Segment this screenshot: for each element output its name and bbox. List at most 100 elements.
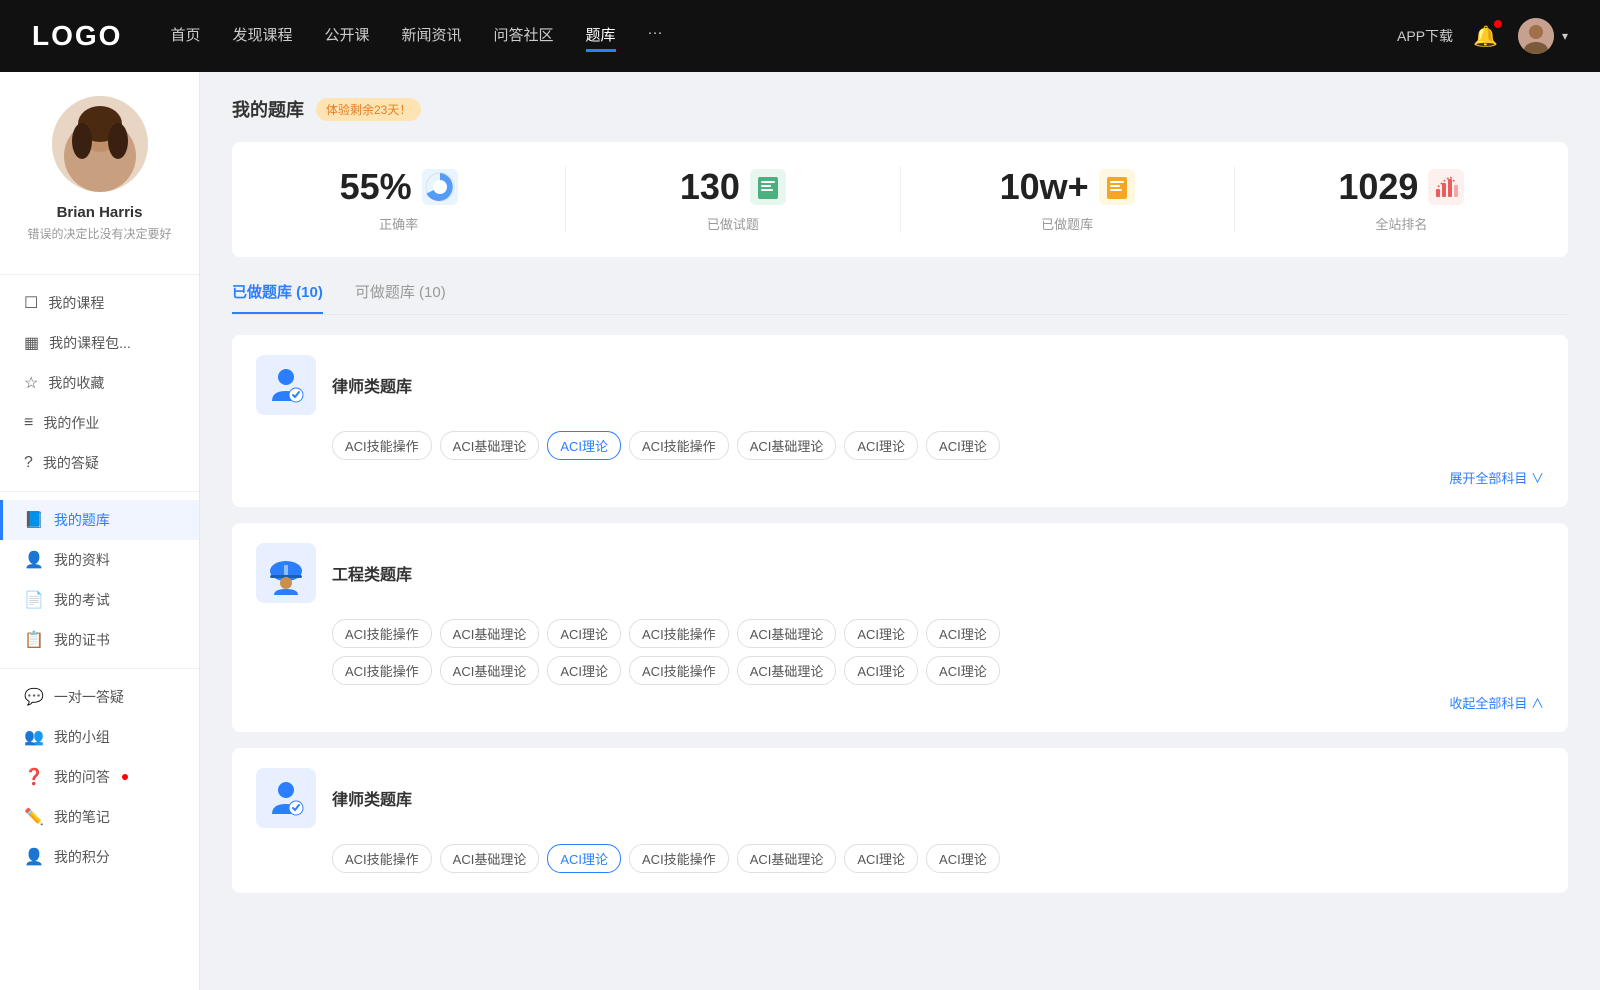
1on1-qa-icon: 💬 (24, 687, 44, 707)
sidebar-divider-2 (0, 491, 199, 492)
qbank-tag[interactable]: ACI基础理论 (737, 431, 837, 460)
stat-done-banks: 10w+ 已做题库 (901, 166, 1235, 233)
app-download-button[interactable]: APP下载 (1397, 26, 1453, 46)
nav-right: APP下载 🔔 ▾ (1397, 18, 1568, 54)
sidebar-item-label: 我的考试 (54, 590, 110, 610)
qbank-tag[interactable]: ACI理论 (844, 619, 918, 648)
qbank-tags-3: ACI技能操作 ACI基础理论 ACI理论 ACI技能操作 ACI基础理论 AC… (332, 844, 1544, 873)
user-avatar-menu[interactable]: ▾ (1518, 18, 1568, 54)
stat-ranking-row: 1029 (1251, 166, 1552, 208)
sidebar-username: Brian Harris (16, 204, 183, 221)
qbank-tag[interactable]: ACI理论 (844, 844, 918, 873)
my-qa-icon: ❓ (24, 767, 44, 787)
qbank-tag[interactable]: ACI基础理论 (737, 619, 837, 648)
qbank-tag[interactable]: ACI理论 (844, 431, 918, 460)
sidebar-item-exams[interactable]: 📄 我的考试 (0, 580, 199, 620)
tab-done-banks[interactable]: 已做题库 (10) (232, 281, 323, 314)
stat-done-questions-label: 已做试题 (582, 214, 883, 233)
qbank-tags-engineer-row1: ACI技能操作 ACI基础理论 ACI理论 ACI技能操作 ACI基础理论 AC… (332, 619, 1544, 648)
qbank-tag[interactable]: ACI基础理论 (440, 844, 540, 873)
sidebar-item-materials[interactable]: 👤 我的资料 (0, 540, 199, 580)
stat-accuracy: 55% 正确率 (232, 166, 566, 233)
qbank-title-engineer: 工程类题库 (332, 561, 412, 585)
qbank-tag[interactable]: ACI理论 (926, 656, 1000, 685)
exams-icon: 📄 (24, 590, 44, 610)
notification-bell-icon[interactable]: 🔔 (1473, 24, 1498, 49)
lawyer-svg-1 (264, 363, 308, 407)
qbank-tag[interactable]: ACI理论 (547, 656, 621, 685)
qbank-card-lawyer-1: 律师类题库 ACI技能操作 ACI基础理论 ACI理论 ACI技能操作 ACI基… (232, 335, 1568, 507)
sidebar-item-points[interactable]: 👤 我的积分 (0, 837, 199, 877)
stats-row: 55% 正确率 130 (232, 142, 1568, 257)
done-questions-book-icon (750, 169, 786, 205)
stat-accuracy-value: 55% (340, 166, 412, 208)
qbank-tag[interactable]: ACI技能操作 (629, 844, 729, 873)
sidebar-item-label: 一对一答疑 (54, 687, 124, 707)
page-wrapper: Brian Harris 错误的决定比没有决定要好 ☐ 我的课程 ▦ 我的课程包… (0, 72, 1600, 990)
qbank-tag[interactable]: ACI理论 (547, 619, 621, 648)
groups-icon: 👥 (24, 727, 44, 747)
sidebar-item-label: 我的答疑 (43, 453, 99, 473)
points-icon: 👤 (24, 847, 44, 867)
nav-open-course[interactable]: 公开课 (324, 20, 369, 52)
sidebar-divider-3 (0, 668, 199, 669)
qbank-lawyer-icon-2 (256, 768, 316, 828)
sidebar-profile: Brian Harris 错误的决定比没有决定要好 (0, 96, 199, 266)
sidebar-item-label: 我的作业 (43, 413, 99, 433)
qbank-expand-btn-1[interactable]: 展开全部科目 ∨ (256, 468, 1544, 487)
sidebar-item-label: 我的证书 (54, 630, 110, 650)
sidebar-item-question-bank[interactable]: 📘 我的题库 (0, 500, 199, 540)
qbank-card-header-1: 律师类题库 (256, 355, 1544, 415)
stat-ranking: 1029 全站排名 (1235, 166, 1568, 233)
stat-done-questions-row: 130 (582, 166, 883, 208)
qbank-tag[interactable]: ACI基础理论 (737, 656, 837, 685)
sidebar-item-my-courses[interactable]: ☐ 我的课程 (0, 283, 199, 323)
main-content: 我的题库 体验剩余23天！ 55% 正确 (200, 72, 1600, 990)
qbank-tag[interactable]: ACI基础理论 (440, 656, 540, 685)
qbank-tag[interactable]: ACI技能操作 (629, 619, 729, 648)
qbank-tag[interactable]: ACI基础理论 (737, 844, 837, 873)
qbank-tag[interactable]: ACI基础理论 (440, 619, 540, 648)
sidebar-divider-1 (0, 274, 199, 275)
stat-done-banks-label: 已做题库 (917, 214, 1218, 233)
nav-qa[interactable]: 问答社区 (494, 20, 554, 52)
nav-discover[interactable]: 发现课程 (232, 20, 292, 52)
qbank-tag[interactable]: ACI技能操作 (629, 431, 729, 460)
stat-ranking-value: 1029 (1338, 166, 1418, 208)
sidebar-item-groups[interactable]: 👥 我的小组 (0, 717, 199, 757)
qbank-tag[interactable]: ACI技能操作 (332, 431, 432, 460)
qbank-tag[interactable]: ACI技能操作 (629, 656, 729, 685)
nav-news[interactable]: 新闻资讯 (402, 20, 462, 52)
qbank-tag[interactable]: ACI理论 (926, 619, 1000, 648)
sidebar-item-notes[interactable]: ✏️ 我的笔记 (0, 797, 199, 837)
ranking-chart-icon (1428, 169, 1464, 205)
profile-avatar (52, 96, 148, 192)
qbank-tag[interactable]: ACI理论 (926, 844, 1000, 873)
qbank-tag-active[interactable]: ACI理论 (547, 431, 621, 460)
sidebar-item-label: 我的笔记 (54, 807, 110, 827)
tab-available-banks[interactable]: 可做题库 (10) (355, 281, 446, 314)
qbank-collapse-btn-engineer[interactable]: 收起全部科目 ∧ (256, 693, 1544, 712)
nav-home[interactable]: 首页 (170, 20, 200, 52)
qbank-tag[interactable]: ACI技能操作 (332, 844, 432, 873)
sidebar-item-1on1-qa[interactable]: 💬 一对一答疑 (0, 677, 199, 717)
nav-qbank[interactable]: 题库 (586, 20, 616, 52)
sidebar-item-my-qa[interactable]: ❓ 我的问答 (0, 757, 199, 797)
notification-badge (1494, 20, 1502, 28)
sidebar-item-course-packages[interactable]: ▦ 我的课程包... (0, 323, 199, 363)
qbank-card-lawyer-2: 律师类题库 ACI技能操作 ACI基础理论 ACI理论 ACI技能操作 ACI基… (232, 748, 1568, 893)
sidebar-item-homework[interactable]: ≡ 我的作业 (0, 403, 199, 443)
sidebar-item-qa[interactable]: ? 我的答疑 (0, 443, 199, 483)
certificates-icon: 📋 (24, 630, 44, 650)
sidebar-item-label: 我的课程包... (49, 333, 131, 353)
sidebar-item-favorites[interactable]: ☆ 我的收藏 (0, 363, 199, 403)
qbank-tag[interactable]: ACI基础理论 (440, 431, 540, 460)
qbank-tag[interactable]: ACI理论 (844, 656, 918, 685)
qbank-engineer-icon (256, 543, 316, 603)
qbank-tag[interactable]: ACI技能操作 (332, 619, 432, 648)
qbank-tag[interactable]: ACI技能操作 (332, 656, 432, 685)
qbank-tag[interactable]: ACI理论 (926, 431, 1000, 460)
qbank-tag-active[interactable]: ACI理论 (547, 844, 621, 873)
sidebar-item-certificates[interactable]: 📋 我的证书 (0, 620, 199, 660)
nav-more[interactable]: ··· (648, 20, 663, 52)
